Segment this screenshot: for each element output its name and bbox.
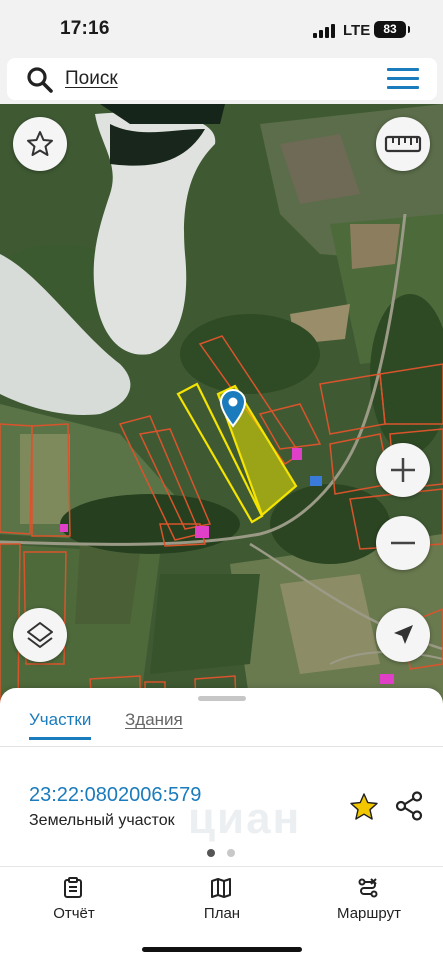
location-arrow-icon <box>394 625 413 644</box>
search-input[interactable]: Поиск <box>65 68 118 90</box>
nav-route[interactable]: Маршрут <box>295 867 443 931</box>
sheet-grabber[interactable] <box>198 696 246 701</box>
zoom-in-icon <box>391 458 415 482</box>
route-icon <box>358 878 378 898</box>
cadastral-number[interactable]: 23:22:0802006:579 <box>29 784 201 807</box>
parcel-sheet: Участки Здания циан 23:22:0802006:579 Зе… <box>0 688 443 866</box>
pager-dot[interactable] <box>227 849 235 857</box>
cian-watermark: циан <box>188 794 302 843</box>
tab-buildings[interactable]: Здания <box>125 710 183 730</box>
battery-icon: 83 <box>374 21 410 38</box>
status-time: 17:16 <box>60 18 110 39</box>
parcel-type: Земельный участок <box>29 812 175 829</box>
zoom-out-button[interactable] <box>376 516 430 570</box>
search-box[interactable]: Поиск <box>7 58 437 100</box>
nav-report[interactable]: Отчёт <box>0 867 148 931</box>
favorites-button[interactable] <box>13 117 67 171</box>
status-bar: 17:16 LTE 83 <box>0 0 443 58</box>
pager-dot-active[interactable] <box>207 849 215 857</box>
map-view[interactable] <box>0 104 443 704</box>
network-type: LTE <box>343 22 371 39</box>
share-icon[interactable] <box>393 790 425 822</box>
tab-parcels[interactable]: Участки <box>29 710 92 740</box>
signal-icon <box>313 24 335 38</box>
favorites-star-icon <box>27 131 53 156</box>
nav-plan-label: План <box>203 905 241 922</box>
layers-button[interactable] <box>13 608 67 662</box>
report-icon <box>64 877 82 898</box>
search-icon[interactable] <box>25 66 55 94</box>
map-plan-icon <box>211 878 231 898</box>
favorite-star-icon[interactable] <box>349 792 379 822</box>
nav-route-label: Маршрут <box>337 905 401 922</box>
zoom-in-button[interactable] <box>376 443 430 497</box>
zoom-out-icon <box>391 541 415 545</box>
bottom-nav: Отчёт План Маршрут <box>0 866 443 960</box>
tabs-divider <box>0 746 443 747</box>
ruler-icon <box>384 135 422 153</box>
nav-plan[interactable]: План <box>148 867 296 931</box>
menu-icon[interactable] <box>387 68 419 90</box>
home-indicator <box>142 947 302 952</box>
nav-report-label: Отчёт <box>53 905 95 922</box>
my-location-button[interactable] <box>376 608 430 662</box>
search-bar: Поиск <box>0 58 443 104</box>
ruler-button[interactable] <box>376 117 430 171</box>
layers-icon <box>27 622 53 648</box>
satellite-map[interactable] <box>0 104 443 704</box>
